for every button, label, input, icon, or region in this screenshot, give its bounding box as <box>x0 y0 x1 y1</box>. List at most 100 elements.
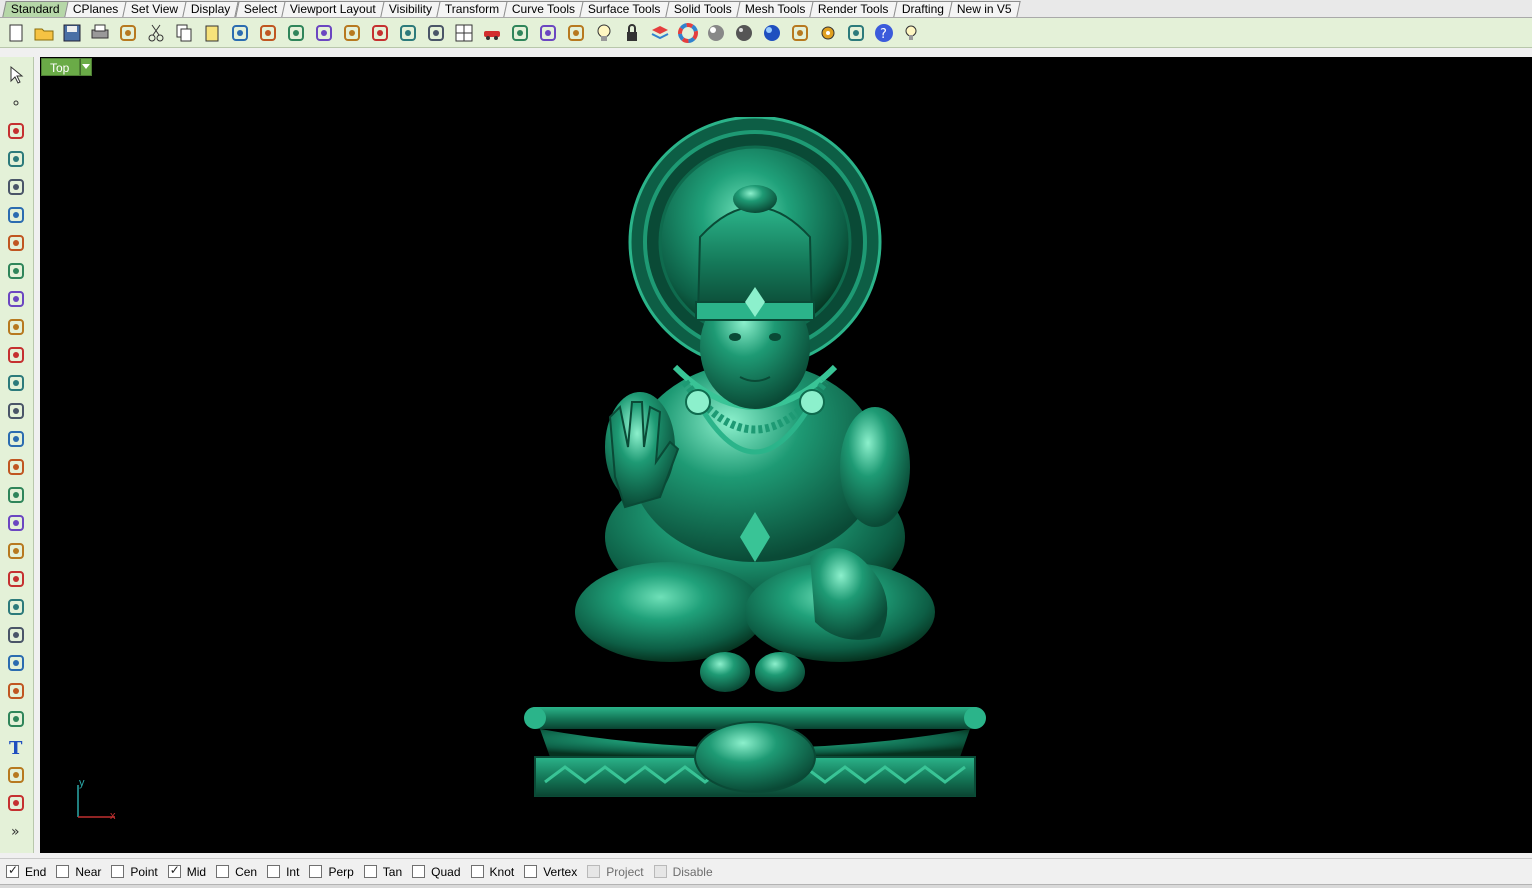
polygon-triangle-icon[interactable] <box>2 229 30 257</box>
tab-curve-tools[interactable]: Curve Tools <box>503 1 584 17</box>
render-sphere-icon[interactable] <box>758 20 786 46</box>
osnap-checkbox[interactable] <box>167 863 181 878</box>
point-icon[interactable] <box>2 89 30 117</box>
osnap-tan[interactable]: Tan <box>363 865 402 879</box>
curve-icon[interactable] <box>2 145 30 173</box>
osnap-checkbox[interactable] <box>309 865 323 878</box>
osnap-checkbox[interactable] <box>56 865 70 878</box>
tab-surface-tools[interactable]: Surface Tools <box>579 1 670 17</box>
osnap-end[interactable]: End <box>6 863 46 879</box>
ellipse-icon[interactable] <box>2 201 30 229</box>
tab-drafting[interactable]: Drafting <box>892 1 953 17</box>
boolean-icon[interactable] <box>2 425 30 453</box>
cylinder-extrude-icon[interactable] <box>2 453 30 481</box>
tab-select[interactable]: Select <box>234 1 286 17</box>
tips-icon[interactable] <box>898 20 926 46</box>
undo-icon[interactable] <box>226 20 254 46</box>
open-file-icon[interactable] <box>30 20 58 46</box>
sweep-icon[interactable] <box>2 369 30 397</box>
tab-visibility[interactable]: Visibility <box>380 1 441 17</box>
color-wheel-icon[interactable] <box>674 20 702 46</box>
rectangle-icon[interactable] <box>2 257 30 285</box>
osnap-int[interactable]: Int <box>267 865 299 879</box>
osnap-mid[interactable]: Mid <box>167 863 206 879</box>
array-icon[interactable] <box>2 649 30 677</box>
curve-fillet-icon[interactable] <box>2 705 30 733</box>
dimension-icon[interactable] <box>2 593 30 621</box>
osnap-vertex[interactable]: Vertex <box>524 865 577 879</box>
osnap-point[interactable]: Point <box>111 865 158 879</box>
tab-solid-tools[interactable]: Solid Tools <box>665 1 741 17</box>
points-icon[interactable] <box>562 20 590 46</box>
viewport-title-tab[interactable]: Top <box>41 58 93 76</box>
surface-cp-icon[interactable] <box>2 341 30 369</box>
pan-icon[interactable] <box>254 20 282 46</box>
osnap-checkbox[interactable] <box>267 865 281 878</box>
osnap-quad[interactable]: Quad <box>412 865 461 879</box>
tab-transform[interactable]: Transform <box>436 1 508 17</box>
layer-icon[interactable] <box>646 20 674 46</box>
kubera-statue-model[interactable] <box>520 117 1000 797</box>
select-arrow-icon[interactable] <box>2 61 30 89</box>
circle-icon[interactable] <box>2 173 30 201</box>
light-bulb-icon[interactable] <box>590 20 618 46</box>
edit-tools-icon[interactable] <box>2 565 30 593</box>
array-grid-icon[interactable] <box>2 789 30 817</box>
tab-new-in-v5[interactable]: New in V5 <box>947 1 1021 17</box>
gear-transform-icon[interactable] <box>2 509 30 537</box>
top-viewport[interactable]: Top y x <box>40 57 1532 853</box>
viewport-title-label[interactable]: Top <box>41 58 81 76</box>
undo-view-icon[interactable] <box>422 20 450 46</box>
osnap-checkbox[interactable] <box>216 865 230 878</box>
more-chevron-icon[interactable]: » <box>2 817 30 845</box>
osnap-checkbox[interactable] <box>470 865 484 878</box>
help-icon[interactable]: ? <box>870 20 898 46</box>
save-icon[interactable] <box>58 20 86 46</box>
print-icon[interactable] <box>86 20 114 46</box>
copy-icon[interactable] <box>170 20 198 46</box>
new-file-icon[interactable] <box>2 20 30 46</box>
import-icon[interactable] <box>114 20 142 46</box>
tab-viewport-layout[interactable]: Viewport Layout <box>281 1 385 17</box>
tab-render-tools[interactable]: Render Tools <box>809 1 898 17</box>
car-icon[interactable] <box>478 20 506 46</box>
material-sphere-icon[interactable] <box>702 20 730 46</box>
box-icon[interactable] <box>2 397 30 425</box>
circle-dotted-icon[interactable] <box>534 20 562 46</box>
lock-icon[interactable] <box>618 20 646 46</box>
zoom-extents-icon[interactable] <box>366 20 394 46</box>
settings-gear-icon[interactable] <box>814 20 842 46</box>
tab-display[interactable]: Display <box>182 1 240 17</box>
zoom-icon[interactable] <box>310 20 338 46</box>
viewport-dropdown-arrow-icon[interactable] <box>80 58 93 76</box>
tab-mesh-tools[interactable]: Mesh Tools <box>735 1 814 17</box>
osnap-cen[interactable]: Cen <box>216 865 257 879</box>
mesh-surface-icon[interactable] <box>2 481 30 509</box>
grid-snap-icon[interactable] <box>842 20 870 46</box>
arrow-flow-icon[interactable] <box>2 537 30 565</box>
osnap-checkbox[interactable] <box>524 865 538 878</box>
osnap-knot[interactable]: Knot <box>470 865 514 879</box>
env-sphere-icon[interactable] <box>730 20 758 46</box>
polyline-icon[interactable] <box>2 117 30 145</box>
shaded-car-icon[interactable] <box>506 20 534 46</box>
osnap-perp[interactable]: Perp <box>309 865 354 879</box>
group-icon[interactable] <box>2 621 30 649</box>
rotate-view-icon[interactable] <box>282 20 310 46</box>
osnap-checkbox[interactable] <box>412 865 426 878</box>
osnap-near[interactable]: Near <box>56 865 101 879</box>
tab-standard[interactable]: Standard <box>2 1 69 17</box>
paste-icon[interactable] <box>198 20 226 46</box>
curve-edit-icon[interactable] <box>2 677 30 705</box>
cone-icon[interactable] <box>786 20 814 46</box>
osnap-checkbox[interactable] <box>6 863 19 878</box>
fillet-curve-icon[interactable] <box>2 313 30 341</box>
tab-cplanes[interactable]: CPlanes <box>64 1 127 17</box>
zoom-window-icon[interactable] <box>338 20 366 46</box>
cut-icon[interactable] <box>142 20 170 46</box>
osnap-checkbox[interactable] <box>111 865 125 878</box>
zoom-selected-icon[interactable] <box>394 20 422 46</box>
scale-icon[interactable] <box>2 761 30 789</box>
osnap-checkbox[interactable] <box>363 865 377 878</box>
four-viewports-icon[interactable] <box>450 20 478 46</box>
